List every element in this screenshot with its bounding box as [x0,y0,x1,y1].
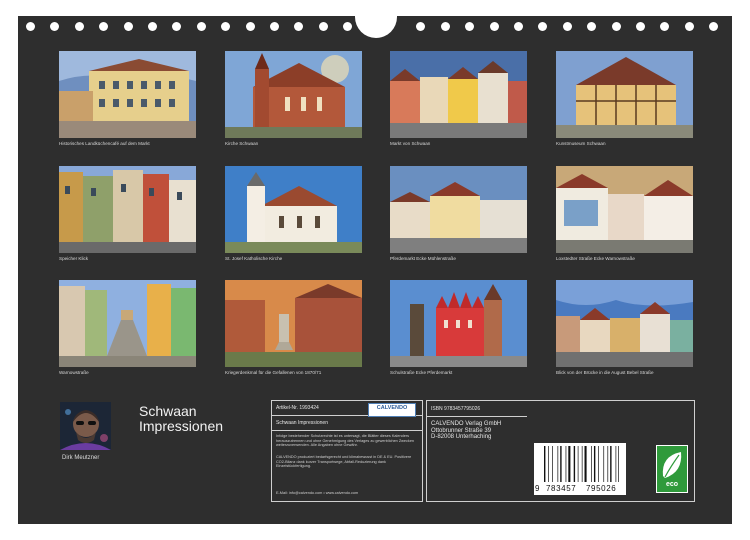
barcode-digits-left: 783457 [546,484,577,493]
barcode-digit-first: 9 [535,484,540,493]
title-line-2: Impressionen [139,418,224,434]
binding-hole [343,22,353,31]
photo-war-memorial [225,280,362,367]
photo-caption: Pferdemarkt Ecke Mühlenstraße [390,256,456,261]
binding-hole [587,22,597,31]
photo-town-square [59,51,196,138]
calvendo-logo: CALVENDO [368,403,416,417]
eco-badge: eco [656,445,688,493]
isbn-divider [427,416,527,417]
title-line-1: Schwaan [139,403,197,419]
photo-caption: Kunstmuseum Schwaan [556,141,606,146]
author-portrait-image [60,402,111,450]
binding-hole [123,22,133,31]
photo-street-view [556,280,693,367]
photo-mural-houses [556,166,693,253]
product-title-row: Schwaan Impressionen [272,416,422,431]
binding-hole [489,22,499,31]
author-portrait [60,402,111,450]
article-info-box: Artikel-Nr. 1993424 CALVENDO Schwaan Imp… [271,400,423,502]
hanger-notch [355,10,397,38]
publisher-city: D-82008 Unterhaching [431,434,492,441]
binding-hole [196,22,206,31]
barcode-digits-right: 795026 [586,484,617,493]
photo-caption: Kirche Schwaan [225,141,259,146]
photo-narrow-street [59,280,196,367]
photo-caption: Loxstedter Straße Ecke Warnowstraße [556,256,635,261]
photo-street-facades [59,166,196,253]
binding-hole [270,22,279,31]
binding-hole [709,22,719,31]
calendar-back-cover: Historisches Landküchencafé auf dem Mark… [18,10,732,524]
isbn-number: ISBN 9783457795026 [431,406,481,412]
photo-caption: Blick von der Brücke in die August Bebel… [556,370,654,375]
photo-caption: Historisches Landküchencafé auf dem Mark… [59,141,150,146]
binding-hole [660,22,670,31]
binding-hole [318,22,328,31]
photo-brick-church [225,51,362,138]
article-row: Artikel-Nr. 1993424 CALVENDO [272,401,422,417]
binding-hole [465,22,475,31]
photo-caption: Markt von Schwaan [390,141,431,146]
photo-caption: Speicher Klick [59,256,89,261]
photo-white-chapel [225,166,362,253]
binding-hole [50,22,60,31]
production-text: CALVENDO produziert bedarfsgerecht und k… [276,455,412,469]
photo-colorful-houses [390,51,527,138]
isbn-box: ISBN 9783457795026 CALVENDO Verlag GmbH … [426,400,695,502]
binding-hole [26,22,35,31]
binding-hole [221,22,231,31]
binding-hole [99,22,109,31]
eco-label: eco [665,481,679,488]
author-name: Dirk Meutzner [62,455,100,461]
photo-caption: Kriegerdenkmal für die Gefallenen von 18… [225,370,322,375]
binding-hole [514,22,523,31]
publisher-street: Ottobrunner Straße 39 [431,427,492,434]
photo-red-gable [390,280,527,367]
binding-hole [148,22,157,31]
article-number: Artikel-Nr. 1993424 [276,405,319,411]
calendar-title: Schwaan Impressionen [139,404,223,434]
photo-caption: Schulstraße Ecke Pferdemarkt [390,370,453,375]
binding-hole [245,22,255,31]
binding-hole [611,22,621,31]
binding-hole [440,22,450,31]
contact-line: E-Mail: info@calvendo.com • www.calvendo… [276,491,359,495]
binding-hole [416,22,426,31]
binding-hole [636,22,645,31]
binding-hole [684,22,694,31]
photo-caption: St. Josef Katholische Kirche [225,256,283,261]
barcode: 9 783457 795026 [534,443,626,495]
photo-caption: Warnowstraße [59,370,89,375]
binding-hole [172,22,182,31]
binding-hole [294,22,304,31]
legal-text: Infolge bestehender Schutzrechte ist es … [276,434,415,448]
binding-hole [562,22,572,31]
binding-hole [74,22,84,31]
photo-street-corner [390,166,527,253]
photo-timber-house [556,51,693,138]
publisher-address: CALVENDO Verlag GmbH Ottobrunner Straße … [431,421,501,441]
publisher-name: CALVENDO Verlag GmbH [431,421,502,427]
binding-hole [538,22,548,31]
product-title: Schwaan Impressionen [276,420,328,426]
